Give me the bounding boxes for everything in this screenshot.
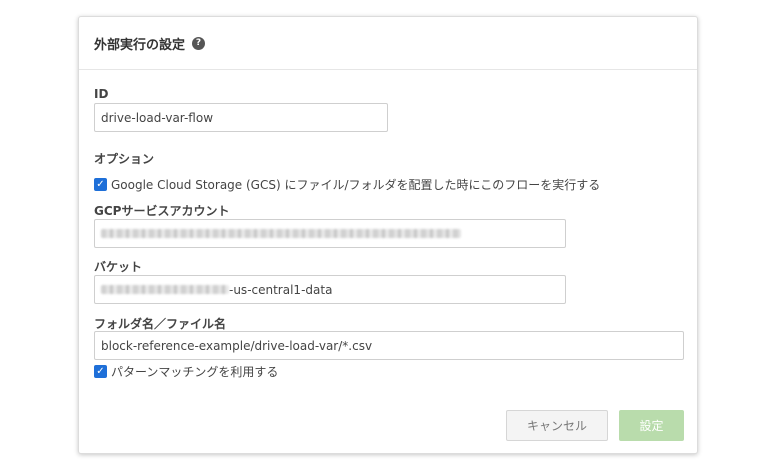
pattern-option-checkbox[interactable]: ✓ [94,365,107,378]
redacted-bucket-prefix [101,285,229,294]
service-account-label: GCPサービスアカウント [94,204,230,218]
question-circle-icon[interactable]: ? [192,36,206,50]
submit-button[interactable]: 設定 [619,410,684,441]
service-account-input[interactable] [94,219,566,248]
path-label: フォルダ名／ファイル名 [94,317,227,331]
dialog-header: 外部実行の設定 ? [79,17,697,70]
external-execution-dialog: 外部実行の設定 ? ID drive-load-var-flow オプション ✓… [78,16,698,454]
redacted-service-account [101,229,461,238]
id-input-value: drive-load-var-flow [101,110,214,125]
gcs-option-row[interactable]: ✓ Google Cloud Storage (GCS) にファイル/フォルダを… [94,176,600,193]
gcs-option-label: Google Cloud Storage (GCS) にファイル/フォルダを配置… [111,178,601,192]
cancel-button[interactable]: キャンセル [506,410,608,441]
id-label: ID [94,87,109,101]
bucket-input-suffix: -us-central1-data [229,282,333,297]
options-label: オプション [94,152,155,166]
dialog-title: 外部実行の設定 [94,37,186,53]
path-input-value: block-reference-example/drive-load-var/*… [101,338,373,353]
gcs-option-checkbox[interactable]: ✓ [94,178,107,191]
path-input[interactable]: block-reference-example/drive-load-var/*… [94,331,684,360]
pattern-option-row[interactable]: ✓ パターンマッチングを利用する [94,363,278,380]
bucket-input[interactable]: -us-central1-data [94,275,566,304]
id-input[interactable]: drive-load-var-flow [94,103,388,132]
pattern-option-label: パターンマッチングを利用する [111,365,279,379]
bucket-label: バケット [94,260,143,274]
